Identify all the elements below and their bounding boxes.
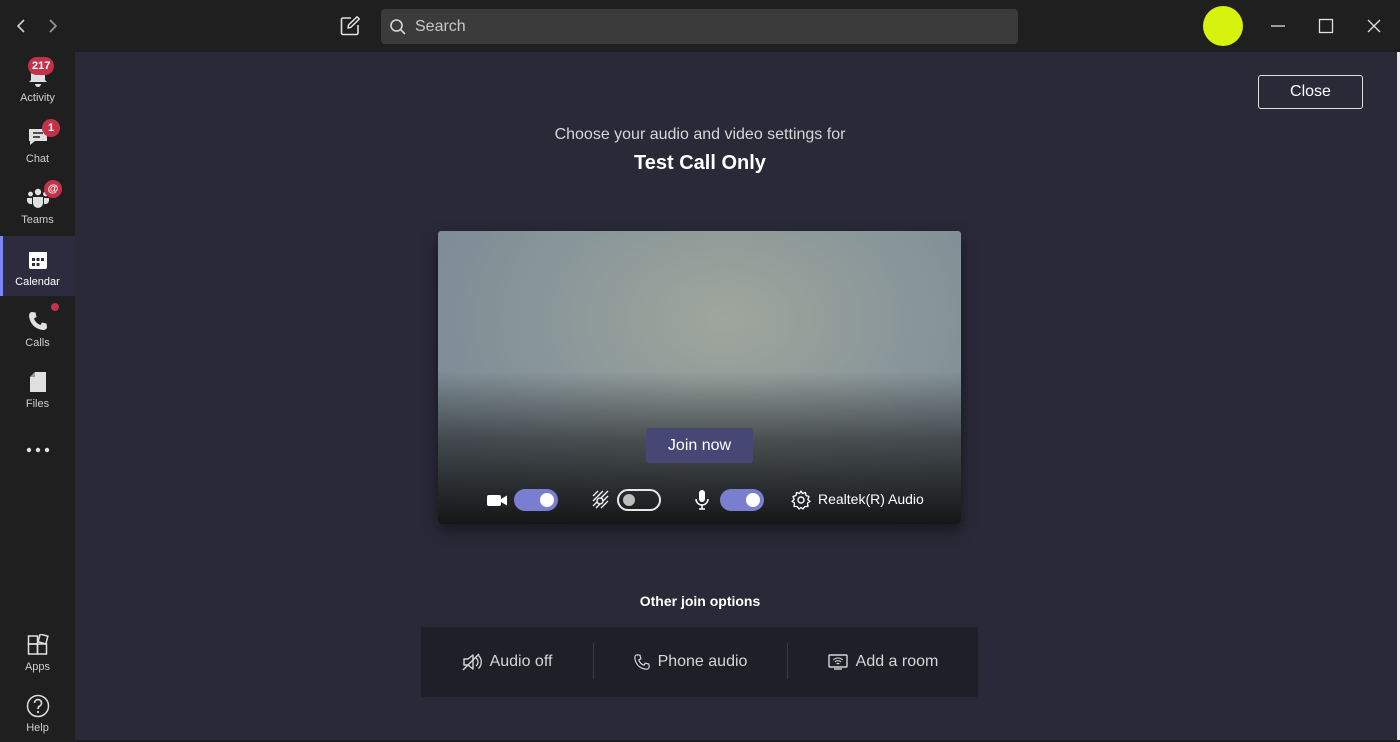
phone-icon	[633, 654, 650, 670]
microphone-toggle[interactable]	[720, 489, 764, 511]
settings-prompt: Choose your audio and video settings for	[554, 126, 846, 143]
rail-label: Apps	[24, 661, 51, 673]
rail-label: Help	[26, 722, 49, 734]
chevron-left-icon	[16, 19, 25, 33]
forward-button[interactable]	[42, 14, 64, 38]
apps-icon	[26, 633, 50, 657]
chevron-right-icon	[49, 19, 58, 33]
rail-item-teams[interactable]: @ Teams	[0, 174, 75, 234]
audio-device-label[interactable]: Realtek(R) Audio	[818, 491, 924, 507]
rail-item-help[interactable]: Help	[0, 682, 75, 742]
background-effects-toggle[interactable]	[617, 489, 661, 511]
search-placeholder: Search	[415, 17, 466, 35]
device-settings-button[interactable]	[788, 487, 814, 513]
phone-audio-option[interactable]: Phone audio	[594, 627, 787, 697]
rail-item-apps[interactable]: Apps	[0, 621, 75, 681]
close-button[interactable]: Close	[1258, 75, 1363, 109]
camera-icon	[484, 487, 510, 513]
gear-icon	[791, 490, 811, 510]
add-a-room-option[interactable]: Add a room	[788, 627, 978, 697]
rail-label: Activity	[20, 92, 55, 104]
rail-item-files[interactable]: Files	[0, 358, 75, 418]
rail-label: Files	[25, 398, 50, 410]
close-window-button[interactable]	[1360, 12, 1388, 40]
other-join-options-heading: Other join options	[639, 593, 761, 609]
minimize-icon	[1271, 25, 1285, 27]
teams-mention-badge: @	[44, 180, 62, 198]
minimize-button[interactable]	[1264, 12, 1292, 40]
room-display-icon	[827, 654, 848, 670]
phone-icon	[26, 309, 50, 333]
new-chat-button[interactable]	[336, 12, 364, 40]
rail-item-activity[interactable]: 217 Activity	[0, 52, 75, 112]
join-now-button[interactable]: Join now	[646, 428, 753, 463]
microphone-icon	[689, 487, 715, 513]
compose-icon	[340, 16, 361, 36]
audio-off-option[interactable]: Audio off	[421, 627, 593, 697]
video-preview	[438, 231, 961, 524]
rail-label: Calls	[25, 337, 50, 349]
back-button[interactable]	[10, 14, 32, 38]
more-apps-button[interactable]	[0, 430, 75, 470]
maximize-icon	[1318, 18, 1334, 34]
more-icon	[26, 447, 49, 453]
search-icon	[390, 18, 406, 35]
maximize-button[interactable]	[1312, 12, 1340, 40]
other-join-options: Audio off Phone audio Add a room	[421, 627, 978, 697]
close-icon	[1367, 19, 1381, 33]
add-a-room-label: Add a room	[855, 653, 939, 670]
camera-toggle[interactable]	[514, 489, 558, 511]
file-icon	[26, 370, 50, 394]
speaker-off-icon	[462, 653, 482, 671]
audio-off-label: Audio off	[489, 653, 553, 670]
activity-badge: 217	[28, 57, 55, 75]
calls-notification-dot	[51, 303, 59, 311]
calendar-icon	[26, 248, 50, 272]
rail-item-calls[interactable]: Calls	[0, 297, 75, 357]
rail-item-calendar[interactable]: Calendar	[0, 236, 75, 296]
rail-label: Teams	[21, 214, 54, 226]
help-icon	[26, 694, 50, 718]
search-bar[interactable]: Search	[381, 9, 1018, 44]
title-bar: Search	[0, 0, 1400, 52]
meeting-title: Test Call Only	[634, 152, 766, 174]
background-blur-icon	[587, 487, 613, 513]
rail-label: Calendar	[15, 276, 60, 288]
avatar[interactable]	[1203, 6, 1243, 46]
phone-audio-label: Phone audio	[657, 653, 748, 670]
